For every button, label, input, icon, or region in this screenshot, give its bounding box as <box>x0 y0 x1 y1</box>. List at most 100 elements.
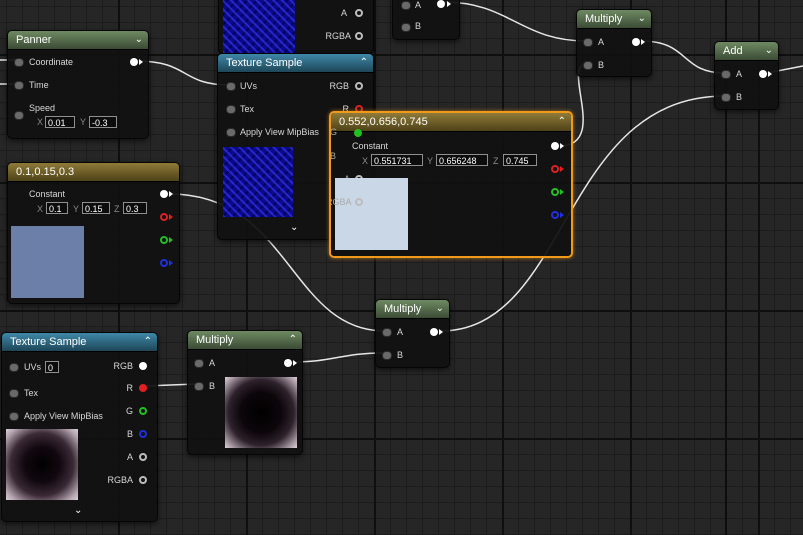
constant-selected-y-field[interactable]: 0.656248 <box>436 154 488 166</box>
add-node[interactable]: Add ⌄ A B <box>714 41 779 110</box>
multiply-top-header[interactable]: Multiply ⌄ <box>577 10 651 29</box>
constant-selected-g-pin[interactable] <box>551 188 559 196</box>
texture-sample-bottom-header[interactable]: Texture Sample ⌃ <box>2 333 157 352</box>
texture-sample-top-title: Texture Sample <box>226 57 303 69</box>
chevron-up-icon[interactable]: ⌃ <box>144 333 152 351</box>
texture-top-uvs-pin[interactable] <box>226 82 236 91</box>
panner-speed-y-axis: Y <box>80 117 87 127</box>
panner-speed-x-axis: X <box>37 117 44 127</box>
chevron-down-icon[interactable]: ⌄ <box>290 222 298 233</box>
underlying-g-label: G <box>330 127 338 137</box>
constant-selected-output-pin[interactable] <box>551 142 559 150</box>
texture-top-tex-pin[interactable] <box>226 105 236 114</box>
constant3-output-pin[interactable] <box>160 190 168 198</box>
underlying-g-pin[interactable] <box>354 129 362 137</box>
partial-node[interactable]: A B <box>392 0 460 40</box>
constant-selected-x-field[interactable]: 0.551731 <box>371 154 423 166</box>
texture-top-rgb-pin[interactable] <box>355 82 363 90</box>
constant-selected-z-field[interactable]: 0.745 <box>503 154 537 166</box>
texture-bottom-mip-pin[interactable] <box>9 412 19 421</box>
chevron-down-icon[interactable]: ⌄ <box>74 505 82 516</box>
constant3-r-pin[interactable] <box>160 213 168 221</box>
constant-selected-r-arrow-icon <box>560 166 564 172</box>
constant3-header[interactable]: 0.1,0.15,0.3 <box>8 163 179 182</box>
multiply-mid-node[interactable]: Multiply ⌄ A B <box>375 299 450 368</box>
texture-sample-top-header[interactable]: Texture Sample ⌃ <box>218 54 373 73</box>
panner-speed-label: Speed <box>29 103 56 113</box>
multiply-bottom-output-arrow-icon <box>293 360 297 366</box>
underlying-b-label: B <box>330 151 337 161</box>
add-a-pin[interactable] <box>721 70 731 79</box>
texture-bottom-uvs-field[interactable]: 0 <box>45 361 59 373</box>
multiply-bottom-a-pin[interactable] <box>194 359 204 368</box>
panner-speed-y-field[interactable]: -0.3 <box>89 116 117 128</box>
multiply-mid-header[interactable]: Multiply ⌄ <box>376 300 449 319</box>
panner-node[interactable]: Panner ⌄ Coordinate Time Speed X 0.01 Y … <box>7 30 149 139</box>
chevron-down-icon[interactable]: ⌄ <box>436 300 444 318</box>
texture-top-mip-pin[interactable] <box>226 128 236 137</box>
multiply-top-a-pin[interactable] <box>583 38 593 47</box>
texture-bottom-r-pin[interactable] <box>139 384 147 392</box>
constant3-y-field[interactable]: 0.15 <box>82 202 110 214</box>
add-b-pin[interactable] <box>721 93 731 102</box>
texture-bottom-a-pin[interactable] <box>139 453 147 461</box>
underlying-rgba-pin[interactable] <box>355 198 363 206</box>
constant3-x-field[interactable]: 0.1 <box>46 202 68 214</box>
panner-coordinate-pin[interactable] <box>14 58 24 67</box>
chevron-up-icon[interactable]: ⌃ <box>360 54 368 72</box>
texture-sample-bottom-title: Texture Sample <box>10 336 87 348</box>
multiply-top-node[interactable]: Multiply ⌄ A B <box>576 9 652 77</box>
partial-input-a-pin[interactable] <box>401 1 411 10</box>
multiply-mid-output-pin[interactable] <box>430 328 438 336</box>
panner-time-label: Time <box>29 80 49 90</box>
chevron-down-icon[interactable]: ⌄ <box>135 31 143 49</box>
panner-speed-x-field[interactable]: 0.01 <box>45 116 75 128</box>
constant-selected-x-axis: X <box>362 156 369 166</box>
constant-selected-title: 0.552,0.656,0.745 <box>339 116 428 128</box>
add-header[interactable]: Add ⌄ <box>715 42 778 61</box>
multiply-mid-a-pin[interactable] <box>382 328 392 337</box>
multiply-bottom-header[interactable]: Multiply ⌃ <box>188 331 302 350</box>
texture-top-rgb-label: RGB <box>329 81 349 91</box>
texture-bottom-b-pin[interactable] <box>139 430 147 438</box>
texture-bottom-g-pin[interactable] <box>139 407 147 415</box>
add-output-pin[interactable] <box>759 70 767 78</box>
multiply-bottom-b-pin[interactable] <box>194 382 204 391</box>
constant-selected-b-pin[interactable] <box>551 211 559 219</box>
panner-header[interactable]: Panner ⌄ <box>8 31 148 50</box>
multiply-bottom-node[interactable]: Multiply ⌃ A B <box>187 330 303 455</box>
texture-bottom-rgba-pin[interactable] <box>139 476 147 484</box>
constant3-selected-node[interactable]: 0.552,0.656,0.745 ⌃ G B Constant X 0.551… <box>329 111 573 258</box>
multiply-top-b-pin[interactable] <box>583 61 593 70</box>
panner-output-pin[interactable] <box>130 58 138 66</box>
chevron-up-icon[interactable]: ⌃ <box>289 331 297 349</box>
panner-time-pin[interactable] <box>14 81 24 90</box>
panner-coordinate-label: Coordinate <box>29 57 74 67</box>
texture-top-mip-label: Apply View MipBias <box>240 127 319 137</box>
chevron-down-icon[interactable]: ⌄ <box>638 10 646 28</box>
texture-bottom-uvs-pin[interactable] <box>9 363 19 372</box>
texture-sample-bottom-node[interactable]: Texture Sample ⌃ UVs 0 Tex Apply View Mi… <box>1 332 158 522</box>
chevron-down-icon[interactable]: ⌄ <box>765 42 773 60</box>
multiply-mid-b-pin[interactable] <box>382 351 392 360</box>
partial-a-pin[interactable] <box>355 9 363 17</box>
texture-bottom-tex-pin[interactable] <box>9 389 19 398</box>
partial-texture-node[interactable]: A RGBA <box>218 0 374 54</box>
panner-speed-pin[interactable] <box>14 111 24 120</box>
texture-bottom-preview <box>6 429 78 500</box>
partial-input-b-pin[interactable] <box>401 23 411 32</box>
constant-selected-header[interactable]: 0.552,0.656,0.745 ⌃ <box>331 113 571 132</box>
chevron-up-icon[interactable]: ⌃ <box>558 113 566 131</box>
constant3-node[interactable]: 0.1,0.15,0.3 Constant X 0.1 Y 0.15 Z 0.3 <box>7 162 180 304</box>
multiply-top-a-label: A <box>598 37 605 47</box>
constant3-b-pin[interactable] <box>160 259 168 267</box>
multiply-bottom-output-pin[interactable] <box>284 359 292 367</box>
multiply-top-output-pin[interactable] <box>632 38 640 46</box>
partial-output-pin[interactable] <box>437 0 445 8</box>
constant-selected-r-pin[interactable] <box>551 165 559 173</box>
partial-rgba-pin[interactable] <box>355 32 363 40</box>
constant3-z-field[interactable]: 0.3 <box>123 202 147 214</box>
multiply-top-title: Multiply <box>585 13 623 25</box>
texture-bottom-rgb-pin[interactable] <box>139 362 147 370</box>
constant3-g-pin[interactable] <box>160 236 168 244</box>
